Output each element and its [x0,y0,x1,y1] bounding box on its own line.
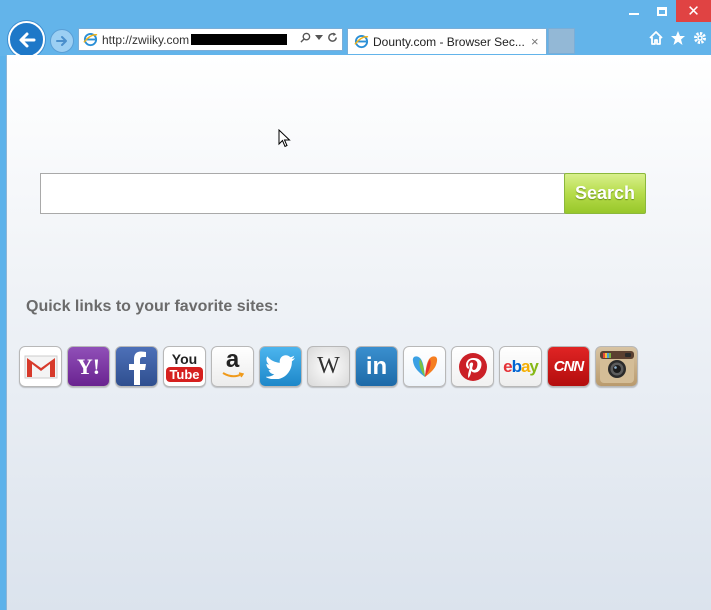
tab-dounty[interactable]: Dounty.com - Browser Sec... × [347,28,547,54]
forward-button[interactable] [50,29,74,53]
address-url: http://zwiiky.com [102,32,190,47]
favorites-button[interactable] [670,30,686,46]
quick-link-wikipedia[interactable]: W [307,346,350,387]
quick-link-twitter[interactable] [259,346,302,387]
amazon-a-label: a [225,346,240,373]
back-arrow-icon [19,32,35,47]
back-button[interactable] [8,21,45,58]
quick-links-title: Quick links to your favorite sites: [26,298,279,315]
ebay-icon: ebay [503,357,539,376]
youtube-icon: You Tube [166,350,203,382]
ebay-e: e [503,357,513,376]
gmail-icon [24,355,57,378]
maximize-button[interactable] [648,0,676,22]
amazon-icon: a [221,348,244,379]
gear-icon [694,32,706,44]
twitter-icon [265,354,295,379]
quick-link-instagram[interactable] [595,346,638,387]
dropdown-arrow-icon[interactable] [315,34,323,41]
close-icon: ✕ [687,3,700,20]
ie-page-icon [83,32,98,47]
quick-link-msn[interactable] [403,346,446,387]
forward-arrow-icon [56,36,67,46]
address-bar[interactable]: http://zwiiky.com [78,28,343,51]
maximize-icon [657,6,667,16]
linkedin-icon: in [365,352,388,380]
quick-link-yahoo[interactable]: Y! [67,346,110,387]
quick-link-facebook[interactable] [115,346,158,387]
redacted-block [191,34,288,45]
close-window-button[interactable]: ✕ [676,0,711,22]
instagram-camera-icon [599,350,634,383]
pinterest-icon [458,352,487,381]
facebook-icon [128,351,146,385]
page-content: Search Quick links to your favorite site… [6,55,711,610]
quick-links-row: Y! You Tube a W in ebay CNN [19,346,638,387]
star-icon [671,31,685,45]
home-icon [649,31,663,45]
minimize-button[interactable] [620,0,648,22]
new-tab-button[interactable] [548,28,575,54]
youtube-tube-label: Tube [166,366,203,382]
search-icon[interactable] [300,32,311,43]
youtube-you-label: You [171,350,198,367]
quick-link-youtube[interactable]: You Tube [163,346,206,387]
quick-link-gmail[interactable] [19,346,62,387]
mouse-cursor-icon [278,129,291,148]
cnn-icon: CNN [553,358,584,375]
quick-link-linkedin[interactable]: in [355,346,398,387]
search-button[interactable]: Search [564,173,646,214]
yahoo-icon: Y! [76,353,101,379]
ebay-y: y [529,357,539,376]
quick-link-amazon[interactable]: a [211,346,254,387]
minimize-icon [629,13,639,15]
ebay-b: b [511,357,522,376]
tab-close-icon[interactable]: × [531,34,539,49]
refresh-icon[interactable] [327,32,338,43]
quick-link-pinterest[interactable] [451,346,494,387]
quick-link-ebay[interactable]: ebay [499,346,542,387]
wikipedia-icon: W [317,353,340,379]
settings-button[interactable] [692,30,708,46]
amazon-smile-icon [221,372,244,378]
search-input[interactable] [40,173,565,214]
msn-butterfly-icon [412,355,437,377]
quick-link-cnn[interactable]: CNN [547,346,590,387]
ie-tab-icon [354,34,369,49]
tab-title: Dounty.com - Browser Sec... [373,34,525,49]
home-button[interactable] [648,30,664,46]
browser-chrome: ✕ http://zwiiky.com Dounty.com - Browser… [0,0,711,58]
